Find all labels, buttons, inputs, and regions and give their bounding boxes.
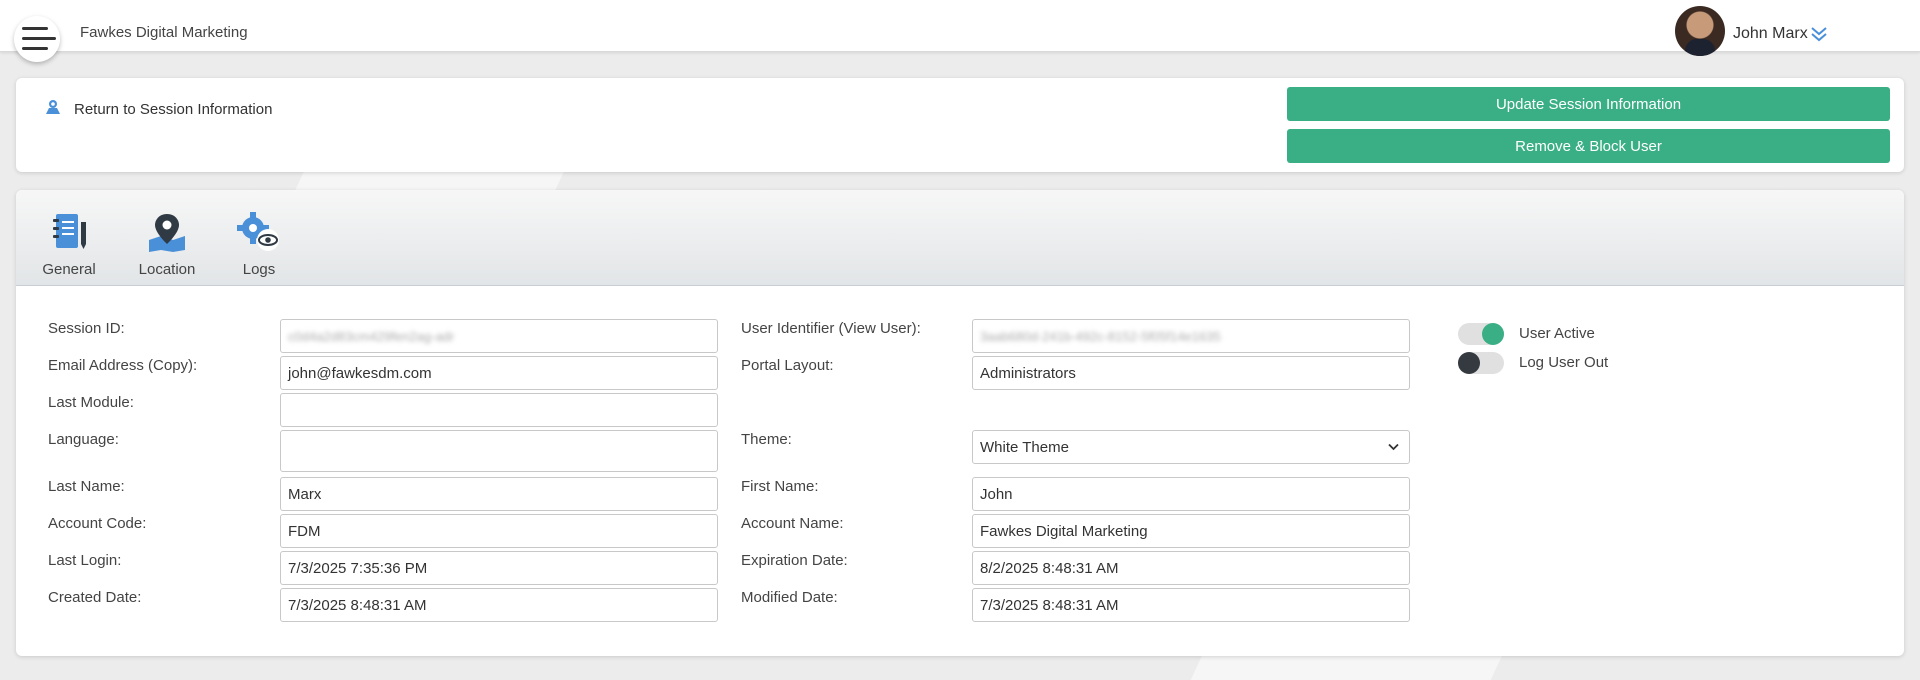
last-name-label: Last Name: bbox=[48, 478, 125, 495]
session-id-value: c0d4a2d83cm429fen2ag-adr bbox=[288, 328, 455, 344]
email-field[interactable]: john@fawkesdm.com bbox=[280, 356, 718, 390]
user-identifier-field[interactable]: 3aab680d-241b-492c-8152-5f05f14e1635 bbox=[972, 319, 1410, 353]
session-panel: General Location Logs Session ID: c0d4a2… bbox=[16, 190, 1904, 656]
tab-bar: General Location Logs bbox=[16, 190, 1904, 286]
toggle-knob bbox=[1458, 352, 1480, 374]
last-name-field[interactable]: Marx bbox=[280, 477, 718, 511]
chevron-down-icon[interactable] bbox=[1810, 23, 1828, 48]
toggle-knob bbox=[1482, 323, 1504, 345]
theme-select[interactable]: White Theme bbox=[972, 430, 1410, 464]
tab-general[interactable]: General bbox=[38, 212, 100, 278]
expiration-date-field[interactable]: 8/2/2025 8:48:31 AM bbox=[972, 551, 1410, 585]
tab-general-label: General bbox=[42, 261, 96, 278]
created-date-label: Created Date: bbox=[48, 589, 142, 606]
account-code-label: Account Code: bbox=[48, 515, 147, 532]
modified-date-label: Modified Date: bbox=[741, 589, 838, 606]
account-name-label: Account Name: bbox=[741, 515, 844, 532]
top-bar: Fawkes Digital Marketing John Marx bbox=[0, 0, 1920, 62]
chevron-down-icon bbox=[1388, 443, 1399, 451]
portal-layout-label: Portal Layout: bbox=[741, 357, 834, 374]
email-label[interactable]: Email Address (Copy): bbox=[48, 357, 197, 374]
language-label: Language: bbox=[48, 431, 119, 448]
map-pin-icon bbox=[149, 214, 185, 252]
session-id-field[interactable]: c0d4a2d83cm429fen2ag-adr bbox=[280, 319, 718, 353]
language-field[interactable] bbox=[280, 430, 718, 472]
remove-block-user-button[interactable]: Remove & Block User bbox=[1287, 129, 1890, 163]
account-code-field[interactable]: FDM bbox=[280, 514, 718, 548]
avatar[interactable] bbox=[1675, 6, 1725, 56]
notebook-icon bbox=[53, 214, 86, 249]
first-name-label: First Name: bbox=[741, 478, 819, 495]
tab-location-label: Location bbox=[138, 261, 196, 278]
tab-logs-label: Logs bbox=[242, 261, 276, 278]
account-name-field[interactable]: Fawkes Digital Marketing bbox=[972, 514, 1410, 548]
log-user-out-toggle[interactable] bbox=[1458, 352, 1504, 374]
portal-layout-field[interactable]: Administrators bbox=[972, 356, 1410, 390]
gear-eye-icon bbox=[237, 212, 279, 251]
first-name-field[interactable]: John bbox=[972, 477, 1410, 511]
last-module-label: Last Module: bbox=[48, 394, 134, 411]
return-to-session-link[interactable]: Return to Session Information bbox=[44, 98, 272, 121]
user-identifier-link[interactable]: User Identifier (View User): bbox=[741, 320, 921, 337]
user-identifier-value: 3aab680d-241b-492c-8152-5f05f14e1635 bbox=[980, 328, 1221, 344]
user-pin-icon bbox=[44, 98, 62, 121]
return-link-label: Return to Session Information bbox=[74, 101, 273, 118]
last-login-field[interactable]: 7/3/2025 7:35:36 PM bbox=[280, 551, 718, 585]
update-session-button[interactable]: Update Session Information bbox=[1287, 87, 1890, 121]
session-id-label: Session ID: bbox=[48, 320, 125, 337]
user-active-label: User Active bbox=[1519, 325, 1595, 342]
theme-select-value: White Theme bbox=[980, 438, 1069, 456]
tab-location[interactable]: Location bbox=[132, 212, 202, 278]
tab-logs[interactable]: Logs bbox=[234, 212, 284, 278]
user-name[interactable]: John Marx bbox=[1733, 25, 1808, 43]
menu-icon[interactable] bbox=[14, 16, 60, 62]
theme-label: Theme: bbox=[741, 431, 792, 448]
modified-date-field[interactable]: 7/3/2025 8:48:31 AM bbox=[972, 588, 1410, 622]
last-login-label: Last Login: bbox=[48, 552, 122, 569]
user-active-toggle[interactable] bbox=[1458, 323, 1504, 345]
brand-name: Fawkes Digital Marketing bbox=[80, 24, 248, 41]
log-user-out-label: Log User Out bbox=[1519, 354, 1609, 371]
created-date-field[interactable]: 7/3/2025 8:48:31 AM bbox=[280, 588, 718, 622]
action-card: Return to Session Information Update Ses… bbox=[16, 78, 1904, 172]
last-module-field[interactable] bbox=[280, 393, 718, 427]
expiration-date-label: Expiration Date: bbox=[741, 552, 848, 569]
